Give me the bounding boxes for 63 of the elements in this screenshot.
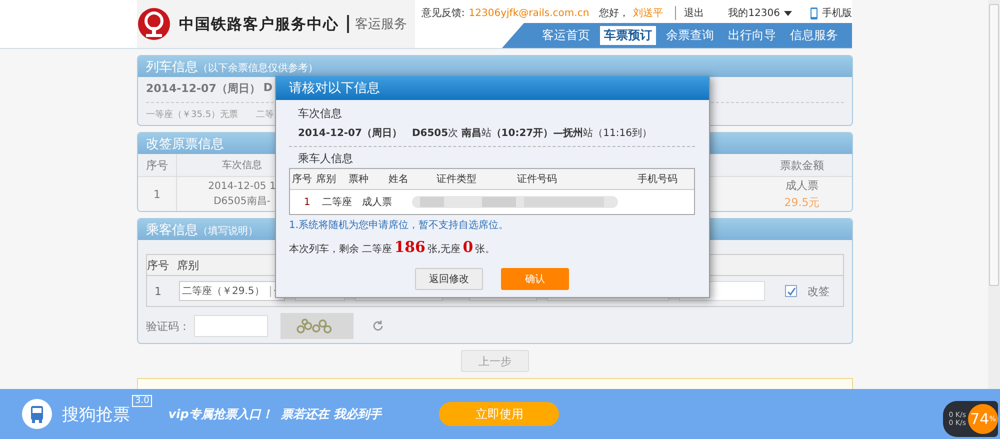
column-header: 手机号码 (638, 172, 679, 186)
table-cell: 2014-12-05 1 (208, 180, 276, 192)
previous-step-button[interactable]: 上一步 (461, 350, 529, 372)
column-header: 证件号码 (517, 173, 558, 186)
feedback-email-link[interactable]: 12306yjfk@rails.com.cn (468, 8, 590, 18)
nav-tab[interactable]: 余票查询 (662, 26, 718, 45)
panel-title: 改签原票信息 (146, 136, 224, 152)
back-edit-button[interactable]: 返回修改 (415, 268, 483, 290)
ad-slogan: vip专属抢票入口！ 票若还在 我必到手 (168, 406, 382, 422)
section-label: 乘车人信息 (297, 151, 354, 167)
use-now-button[interactable]: 立即使用 (439, 402, 560, 426)
percent-value: 74 (970, 410, 990, 428)
panel-title: 列车信息（以下余票信息仅供参考） (146, 58, 318, 76)
section-label: 车次信息 (297, 106, 343, 122)
seat-select[interactable]: 二等座（￥29.5） (179, 281, 286, 301)
column-header: 证件类型 (436, 172, 478, 186)
change-label: 改签 (807, 284, 830, 298)
price-text: 29.5元 (784, 195, 820, 210)
table-cell-text: 1 (302, 196, 312, 208)
column-header: 席别 (316, 172, 338, 186)
nav-tab[interactable]: 出行向导 (724, 26, 780, 45)
ticket-count: 186 (394, 238, 426, 256)
column-header: 序号 (138, 154, 177, 176)
my-account-menu[interactable]: 我的12306 (728, 6, 780, 20)
ad-brand: 搜狗抢票 (62, 404, 130, 426)
nav-tab[interactable]: 客运首页 (538, 26, 594, 45)
dialog-title: 请核对以下信息 (276, 76, 709, 100)
train-date: 2014-12-07（周日） (146, 81, 260, 96)
notice-text: 1.系统将随机为您申请席位，暂不支持自选席位。 (289, 218, 510, 233)
column-header: 姓名 (388, 173, 410, 186)
user-name-link[interactable]: 刘送平 (633, 6, 664, 20)
captcha-label: 验证码： (146, 318, 190, 334)
site-title: 中国铁路客户服务中心 (179, 14, 339, 34)
table-cell-text: 二等座 (322, 196, 353, 209)
service-label: 客运服务 (347, 15, 407, 33)
column-header: 席别 (177, 258, 199, 272)
panel-title: 乘客信息（填写说明） (146, 222, 258, 238)
logout-link[interactable]: 退出 (675, 6, 704, 20)
column-header: 车次信息 (221, 158, 263, 172)
mobile-link[interactable]: 手机版 (822, 6, 852, 20)
ticket-count: 0 (462, 238, 474, 256)
nav-tab[interactable]: 信息服务 (786, 26, 842, 45)
feedback-label: 意见反馈: (421, 6, 465, 20)
table-cell-text: 1 (154, 284, 162, 298)
column-header: 序号 (292, 172, 313, 186)
remaining-text: 本次列车，剩余 二等座 (289, 242, 392, 256)
column-header: 票种 (348, 172, 370, 186)
train-number: D (263, 81, 273, 96)
table-cell-text: D6505南昌- (214, 194, 270, 208)
column-header: 票款金额 (779, 158, 825, 172)
nav-tab[interactable]: 车票预订 (600, 26, 656, 45)
remaining-text: 张,无座 (428, 242, 461, 256)
seat-availability: 二等 (256, 108, 274, 121)
confirm-button[interactable]: 确认 (501, 268, 569, 290)
table-cell: 成人票 (786, 178, 818, 193)
remaining-text: 张。 (475, 242, 496, 256)
column-header: 序号 (147, 258, 169, 272)
version-badge: 3.0 (132, 395, 152, 407)
greeting-text: 您好， (599, 7, 630, 20)
seat-availability: 一等座（￥35.5）无票 (146, 108, 238, 121)
table-cell-text: 成人票 (362, 196, 393, 209)
train-summary: 2014-12-07（周日） D6505次 南昌站（10:27开）—抚州站（11:16到） (289, 123, 695, 147)
table-cell: 1 (138, 177, 177, 211)
